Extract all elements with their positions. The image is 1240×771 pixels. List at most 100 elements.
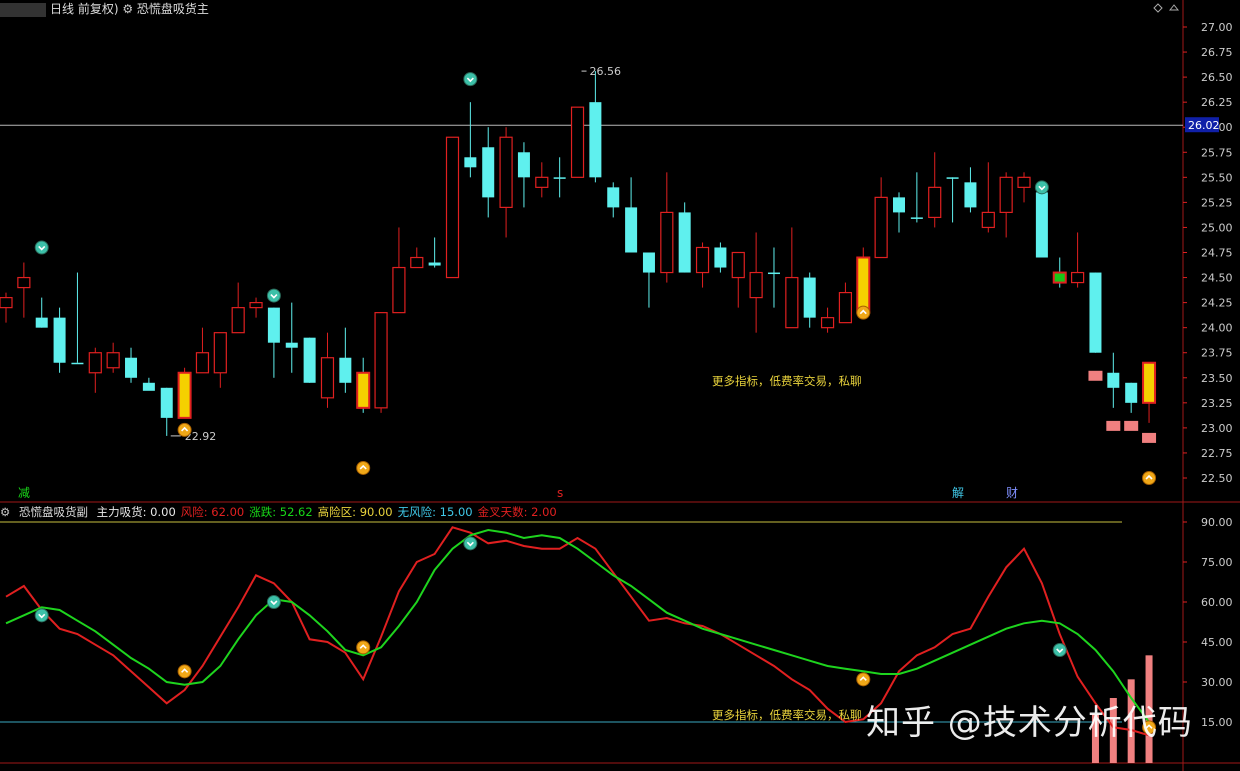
candle-body-down [946,177,959,179]
candle-body-up [731,251,745,279]
y-tick-label: 25.50 [1201,171,1233,184]
candle-body-signal [856,256,871,314]
series-line [5,528,1150,723]
candle-body-up [660,211,674,274]
candle-body-up [320,357,335,399]
y-tick-label: 30.00 [1201,676,1233,689]
marker-down-teal [463,72,478,87]
candle-body-up [374,312,388,409]
y-tick-label: 24.50 [1201,272,1233,285]
candle-body-up [106,352,120,369]
y-tick-label: 23.50 [1201,372,1233,385]
candle-body-up [1070,271,1085,284]
marker-down-teal [1034,180,1049,195]
candle-body-down [303,337,316,383]
triangle-icon [1168,4,1180,11]
candle-body-down [553,177,566,179]
diamond-icon [1153,3,1163,13]
y-tick-label: 45.00 [1201,636,1233,649]
candle-body-up [231,307,245,334]
candle-body-up [570,106,585,178]
candle-body-up [17,276,31,289]
y-tick-label: 24.75 [1201,247,1233,260]
candle-body-signal [177,371,192,419]
pink-signal-block [1124,420,1139,431]
y-tick-label: 23.25 [1201,397,1233,410]
y-tick-label: 25.25 [1201,196,1233,209]
marker-up-orange [356,640,371,655]
candle-body-down [142,382,155,391]
candle-body-up [1017,176,1031,188]
event-label: 减 [18,486,30,500]
high-price-label: 26.56 [590,65,622,78]
candle-body-down [482,147,495,198]
candle-body-signal [1052,271,1067,284]
y-tick-label: 90.00 [1201,516,1233,529]
marker-down-teal [266,595,281,609]
y-tick-label: 24.25 [1201,297,1233,310]
candle-body-down [1107,372,1120,388]
candle-body-up [0,297,13,309]
marker-down-teal [34,608,49,623]
candle-body-up [499,136,513,209]
candle-body-down [678,212,691,273]
y-tick-label: 26.50 [1201,71,1233,84]
candle-body-signal [1142,361,1157,404]
candle-body-up [410,256,424,269]
candle-body-down [803,277,816,318]
marker-up-orange [177,664,192,679]
candle-body-up [981,211,995,229]
marker-up-orange [177,422,192,437]
marker-up-orange [356,460,371,475]
marker-up-orange [856,672,871,687]
y-tick-label: 75.00 [1201,556,1233,569]
candle-body-up [928,186,942,219]
candle-body-down [607,187,620,208]
y-tick-label: 27.00 [1201,21,1233,34]
candle-body-up [535,176,549,188]
chart-canvas: 27.0026.7526.5026.2526.0025.7525.5025.25… [0,0,1240,771]
candle-body-down [160,387,173,418]
y-tick-label: 25.00 [1201,221,1233,234]
candle-body-down [1089,272,1102,353]
candle-body-down [125,357,138,378]
candle-body-down [339,357,352,383]
candle-body-down [714,247,727,268]
marker-down-teal [1052,643,1067,657]
candle-body-up [820,317,835,329]
candle-body-down [464,157,477,168]
candle-body-up [999,176,1013,214]
candle-body-signal [356,371,371,409]
marker-down-teal [34,240,49,255]
candle-body-down [53,317,66,363]
promo-text-main: 更多指标，低费率交易，私聊 [712,374,862,388]
candle-body-down [285,342,298,348]
marker-up-orange [1142,471,1157,485]
pink-signal-block [1106,420,1121,431]
candle-body-up [838,291,853,324]
pink-signal-block [1088,370,1103,381]
candle-body-down [910,217,923,219]
candle-body-up [249,302,263,309]
candle-body-down [893,197,905,213]
candle-body-up [749,271,763,299]
y-tick-label: 22.50 [1201,472,1233,485]
event-label: 解 [952,486,964,500]
candle-body-up [874,196,888,259]
y-tick-label: 24.00 [1201,322,1233,335]
candle-body-up [445,136,460,279]
y-tick-label: 26.75 [1201,46,1233,59]
candle-body-down [517,152,530,178]
candle-body-down [642,252,655,273]
y-tick-label: 23.75 [1201,347,1233,360]
candle-body-down [767,272,780,275]
y-tick-label: 25.75 [1201,146,1233,159]
candle-body-up [213,332,227,374]
marker-up-orange [856,305,871,320]
candle-body-down [71,362,84,365]
candle-body-up [195,352,210,374]
candle-body-down [35,317,48,328]
event-label: 财 [1006,486,1018,500]
candle-body-up [392,266,406,314]
candle-body-down [625,207,638,253]
